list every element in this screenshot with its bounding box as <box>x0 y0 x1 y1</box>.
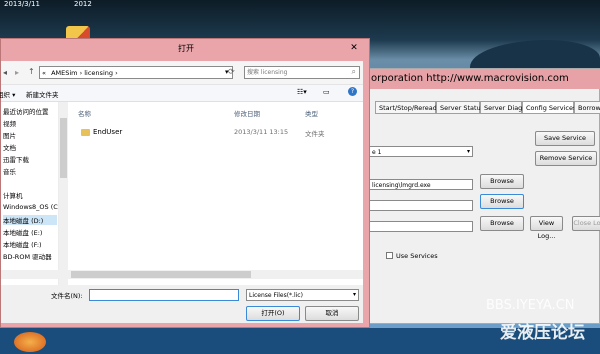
tab-borrowing[interactable]: Borrowing <box>574 101 600 114</box>
dialog-title: 打开 <box>178 44 194 53</box>
cancel-button[interactable]: 取消 <box>305 306 359 321</box>
dialog-footer: 文件名(N): License Files(*.lic) ▾ 打开(O) 取消 <box>1 285 363 323</box>
breadcrumb-separator: › <box>115 69 118 77</box>
breadcrumb-licensing[interactable]: licensing <box>84 69 113 77</box>
breadcrumb-amesim[interactable]: AMESim <box>51 69 77 77</box>
column-header-type[interactable]: 类型 <box>305 108 318 118</box>
filetype-select[interactable]: License Files(*.lic) ▾ <box>246 289 359 301</box>
refresh-icon[interactable]: ⟳ <box>228 67 235 76</box>
browse-log-button[interactable]: Browse <box>480 216 524 231</box>
file-list: 名称 修改日期 类型 EndUser 2013/3/11 13:15 文件夹 <box>68 102 359 285</box>
tab-server-status[interactable]: Server Status <box>436 101 484 114</box>
nav-item-documents[interactable]: 文档 <box>3 142 16 152</box>
nav-scrollbar-thumb[interactable] <box>60 118 67 178</box>
desktop-icon-label[interactable]: 2012 <box>74 0 92 8</box>
back-arrow-icon[interactable]: ◂ <box>3 68 7 77</box>
column-header-name[interactable]: 名称 <box>78 108 91 118</box>
help-icon[interactable]: ? <box>348 87 357 96</box>
desktop-text: 2013/3/11 <box>4 0 40 8</box>
file-date: 2013/3/11 13:15 <box>234 128 289 136</box>
use-services-label: Use Services <box>396 252 438 260</box>
remove-service-button[interactable]: Remove Service <box>535 151 597 166</box>
open-file-dialog: 打开 ✕ ◂ ▸ ↑ « AMESim › licensing › ▾ ⟳ 搜索… <box>0 38 370 328</box>
lmtools-title: orporation http://www.macrovision.com <box>369 69 600 89</box>
address-bar[interactable]: « AMESim › licensing › <box>39 66 233 79</box>
nav-item-videos[interactable]: 视频 <box>3 118 16 128</box>
horizontal-scrollbar-thumb[interactable] <box>71 271 251 278</box>
debug-log-field[interactable] <box>369 221 473 232</box>
open-button[interactable]: 打开(O) <box>246 306 300 321</box>
tab-server-diags[interactable]: Server Diags <box>480 101 526 114</box>
watermark-title: 爱液压论坛 <box>500 323 585 343</box>
command-bar: 组织 ▾ 新建文件夹 ☷▾ ▭ ? <box>0 85 363 102</box>
use-services-checkbox[interactable] <box>386 252 393 259</box>
horizontal-scrollbar[interactable] <box>1 270 363 279</box>
search-placeholder: 搜索 licensing <box>247 69 288 76</box>
address-bar-row: ◂ ▸ ↑ « AMESim › licensing › ▾ ⟳ 搜索 lice… <box>1 61 363 85</box>
nav-item-drive-c[interactable]: Windows8_OS (C:) <box>3 203 58 211</box>
lmtools-window: orporation http://www.macrovision.com St… <box>368 68 600 324</box>
view-log-button[interactable]: View Log... <box>530 216 563 240</box>
nav-item-computer[interactable]: 计算机 <box>3 190 23 200</box>
nav-item-drive-f[interactable]: 本地磁盘 (F:) <box>3 239 42 249</box>
save-service-button[interactable]: Save Service <box>535 131 595 146</box>
chevron-down-icon: ▾ <box>466 148 470 155</box>
chevron-down-icon: ▾ <box>352 291 356 298</box>
license-file-field[interactable] <box>369 200 473 211</box>
forward-arrow-icon[interactable]: ▸ <box>15 68 19 77</box>
lmgrd-path-field[interactable]: licensing\lmgrd.exe <box>369 179 473 190</box>
nav-item-bd-rom[interactable]: BD-ROM 驱动器 <box>3 251 52 261</box>
preview-pane-icon[interactable]: ▭ <box>323 88 330 96</box>
organize-menu[interactable]: 组织 ▾ <box>0 89 15 99</box>
start-orb-icon[interactable] <box>14 332 46 352</box>
close-log-button[interactable]: Close Lo <box>572 216 600 231</box>
new-folder-button[interactable]: 新建文件夹 <box>26 89 59 99</box>
file-type: 文件夹 <box>305 130 325 138</box>
nav-item-thunder-downloads[interactable]: 迅雷下载 <box>3 154 29 164</box>
nav-item-pictures[interactable]: 图片 <box>3 130 16 140</box>
view-options-icon[interactable]: ☷▾ <box>297 88 307 96</box>
nav-item-music[interactable]: 音乐 <box>3 166 16 176</box>
service-name-value: e 1 <box>372 149 382 156</box>
close-icon[interactable]: ✕ <box>348 43 360 54</box>
list-item[interactable]: EndUser 2013/3/11 13:15 文件夹 <box>76 126 356 139</box>
tab-config-services[interactable]: Config Services <box>522 101 576 114</box>
filename-input[interactable] <box>89 289 239 301</box>
nav-item-drive-d[interactable]: 本地磁盘 (D:) <box>3 215 57 225</box>
breadcrumb-root[interactable]: « <box>42 69 46 77</box>
up-arrow-icon[interactable]: ↑ <box>28 67 35 76</box>
watermark-url: BBS.IYEYA.CN <box>486 298 575 313</box>
filetype-value: License Files(*.lic) <box>249 292 303 299</box>
nav-scrollbar[interactable] <box>59 102 68 285</box>
search-input[interactable]: 搜索 licensing ⌕ <box>244 66 360 79</box>
file-name: EndUser <box>93 128 123 136</box>
dialog-body: ◂ ▸ ↑ « AMESim › licensing › ▾ ⟳ 搜索 lice… <box>0 61 363 323</box>
search-icon[interactable]: ⌕ <box>352 67 356 77</box>
service-name-select[interactable]: e 1 ▾ <box>369 146 473 157</box>
folder-icon <box>81 129 90 136</box>
column-header-date[interactable]: 修改日期 <box>234 108 260 118</box>
browse-lmgrd-button[interactable]: Browse <box>480 174 524 189</box>
nav-item-drive-e[interactable]: 本地磁盘 (E:) <box>3 227 42 237</box>
nav-item-recent[interactable]: 最近访问的位置 <box>3 106 49 116</box>
filename-label: 文件名(N): <box>51 292 83 300</box>
navigation-pane: 最近访问的位置 视频 图片 文档 迅雷下载 音乐 计算机 Windows8_OS… <box>1 102 59 285</box>
lmtools-tabs: Start/Stop/Reread Server Status Server D… <box>369 101 600 115</box>
browse-license-button[interactable]: Browse <box>480 194 524 209</box>
tab-start-stop[interactable]: Start/Stop/Reread <box>375 101 437 114</box>
